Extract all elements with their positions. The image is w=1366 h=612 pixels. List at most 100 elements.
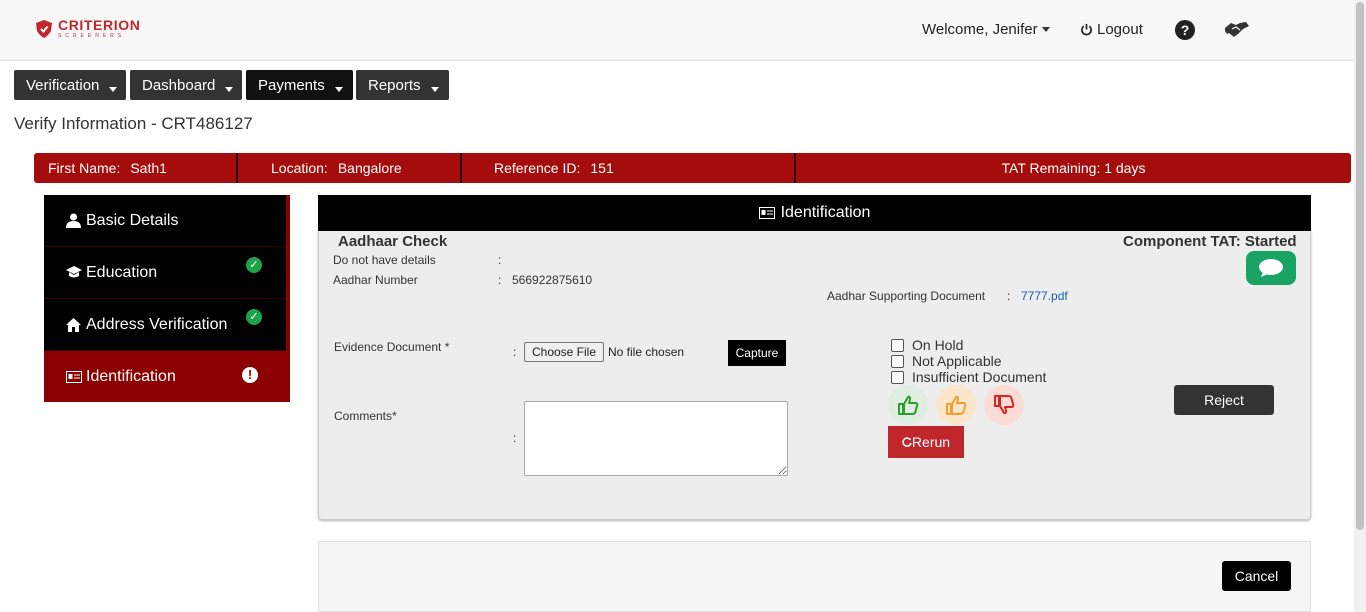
location-value: Bangalore — [337, 160, 402, 176]
power-icon — [1081, 23, 1092, 36]
checkbox-label: Insufficient Document — [912, 369, 1047, 385]
welcome-text: Welcome, Jenifer — [922, 21, 1038, 38]
colon: : — [513, 345, 517, 359]
logout-button[interactable]: Logout — [1080, 21, 1143, 38]
comments-textarea[interactable] — [524, 401, 788, 476]
location-label: Location: — [271, 160, 328, 176]
checkbox-label: On Hold — [912, 337, 964, 353]
top-header — [0, 0, 1354, 61]
sidebar-item-basic-details[interactable]: Basic Details — [44, 195, 286, 247]
nav-verification-label: Verification — [26, 76, 100, 94]
check-circle-icon: ✓ — [246, 309, 262, 325]
first-name-cell: First Name: Sath1 — [48, 153, 238, 183]
chat-button[interactable] — [1246, 251, 1296, 285]
nav-payments[interactable]: Payments — [246, 70, 353, 100]
id-card-icon — [66, 370, 82, 383]
cancel-button[interactable]: Cancel — [1222, 561, 1291, 591]
scrollbar-thumb[interactable] — [1356, 2, 1364, 530]
checkbox-label: Not Applicable — [912, 353, 1002, 369]
checkbox-box[interactable] — [891, 370, 904, 384]
page-title: Verify Information - CRT486127 — [14, 114, 253, 133]
user-icon — [66, 213, 82, 228]
nav-reports[interactable]: Reports — [356, 70, 449, 100]
caret-down-icon — [430, 86, 439, 92]
comments-label: Comments* — [334, 409, 397, 423]
colon: : — [498, 253, 502, 267]
caret-down-icon — [225, 86, 234, 92]
home-icon — [66, 317, 82, 332]
thumbs-up-icon — [946, 395, 967, 415]
nav-payments-label: Payments — [258, 76, 325, 94]
checkbox-box[interactable] — [891, 354, 904, 368]
aadhaar-check-panel — [318, 231, 1311, 520]
component-sidebar: Basic Details Education ✓ Address Verifi… — [44, 195, 290, 402]
caret-down-icon — [1041, 27, 1050, 32]
nav-reports-label: Reports — [368, 76, 421, 94]
shield-icon — [36, 19, 52, 38]
aadhar-number-label: Aadhar Number — [333, 273, 418, 287]
check-circle-icon: ✓ — [246, 257, 262, 273]
sidebar-item-label: Basic Details — [86, 211, 179, 229]
choose-file-button[interactable]: Choose File — [524, 342, 604, 362]
thumbs-up-green-button[interactable] — [888, 385, 928, 425]
help-icon[interactable]: ? — [1175, 20, 1195, 40]
refresh-icon — [902, 437, 912, 447]
nav-dashboard[interactable]: Dashboard — [130, 70, 242, 100]
sidebar-item-education[interactable]: Education ✓ — [44, 247, 286, 299]
sidebar-item-identification[interactable]: Identification ! — [44, 351, 286, 402]
sidebar-item-label: Education — [86, 263, 158, 281]
thumbs-up-icon — [898, 395, 919, 415]
checkbox-insufficient-document[interactable]: Insufficient Document — [891, 369, 1046, 385]
rerun-label: Rerun — [911, 434, 951, 450]
file-status: No file chosen — [608, 345, 685, 359]
rerun-button[interactable]: Rerun — [888, 426, 964, 458]
colon: : — [1007, 289, 1011, 303]
reference-label: Reference ID: — [494, 160, 581, 176]
graduation-cap-icon — [66, 266, 82, 279]
no-details-label: Do not have details — [333, 253, 436, 267]
sidebar-item-label: Address Verification — [86, 315, 228, 333]
candidate-info-bar: First Name: Sath1 Location: Bangalore Re… — [34, 153, 1351, 183]
handshake-icon[interactable] — [1224, 20, 1250, 40]
brand-logo[interactable]: CRITERION SCREENERS — [36, 18, 140, 39]
checkbox-not-applicable[interactable]: Not Applicable — [891, 353, 1002, 369]
location-cell: Location: Bangalore — [238, 153, 462, 183]
sidebar-item-address-verification[interactable]: Address Verification ✓ — [44, 299, 286, 351]
reference-value: 151 — [590, 160, 614, 176]
checkbox-on-hold[interactable]: On Hold — [891, 337, 963, 353]
brand-name: CRITERION — [58, 17, 141, 33]
supporting-doc-link[interactable]: 7777.pdf — [1021, 289, 1068, 303]
capture-button[interactable]: Capture — [728, 340, 786, 366]
nav-verification[interactable]: Verification — [14, 70, 126, 100]
tat-cell: TAT Remaining: 1 days — [796, 153, 1351, 183]
caret-down-icon — [109, 86, 118, 92]
reject-button[interactable]: Reject — [1174, 385, 1274, 415]
supporting-doc-label: Aadhar Supporting Document — [827, 289, 986, 303]
nav-dashboard-label: Dashboard — [142, 76, 216, 94]
brand-subtitle: SCREENERS — [58, 33, 126, 39]
section-title: Aadhaar Check — [338, 233, 448, 250]
colon: : — [498, 273, 502, 287]
id-card-icon — [758, 207, 775, 219]
panel-title: Identification — [780, 204, 871, 221]
component-tat: Component TAT: Started — [1123, 233, 1297, 250]
exclamation-circle-icon: ! — [242, 367, 258, 383]
chat-bubble-icon — [1259, 259, 1283, 277]
thumbs-down-button[interactable] — [984, 385, 1024, 425]
checkbox-box[interactable] — [891, 338, 904, 352]
reference-cell: Reference ID: 151 — [462, 153, 796, 183]
thumbs-up-orange-button[interactable] — [936, 385, 976, 425]
panel-header: Identification — [318, 195, 1311, 231]
user-menu[interactable]: Welcome, Jenifer — [922, 21, 1050, 38]
evidence-document-label: Evidence Document * — [334, 340, 450, 354]
logout-label: Logout — [1097, 21, 1143, 38]
colon: : — [513, 431, 517, 445]
caret-down-icon — [334, 86, 343, 92]
first-name-value: Sath1 — [130, 160, 167, 176]
tat-remaining: TAT Remaining: 1 days — [1001, 160, 1146, 176]
sidebar-item-label: Identification — [86, 367, 176, 385]
aadhar-number-value: 566922875610 — [512, 273, 593, 287]
first-name-label: First Name: — [48, 160, 121, 176]
thumbs-down-icon — [994, 395, 1015, 415]
footer-panel — [318, 541, 1311, 612]
